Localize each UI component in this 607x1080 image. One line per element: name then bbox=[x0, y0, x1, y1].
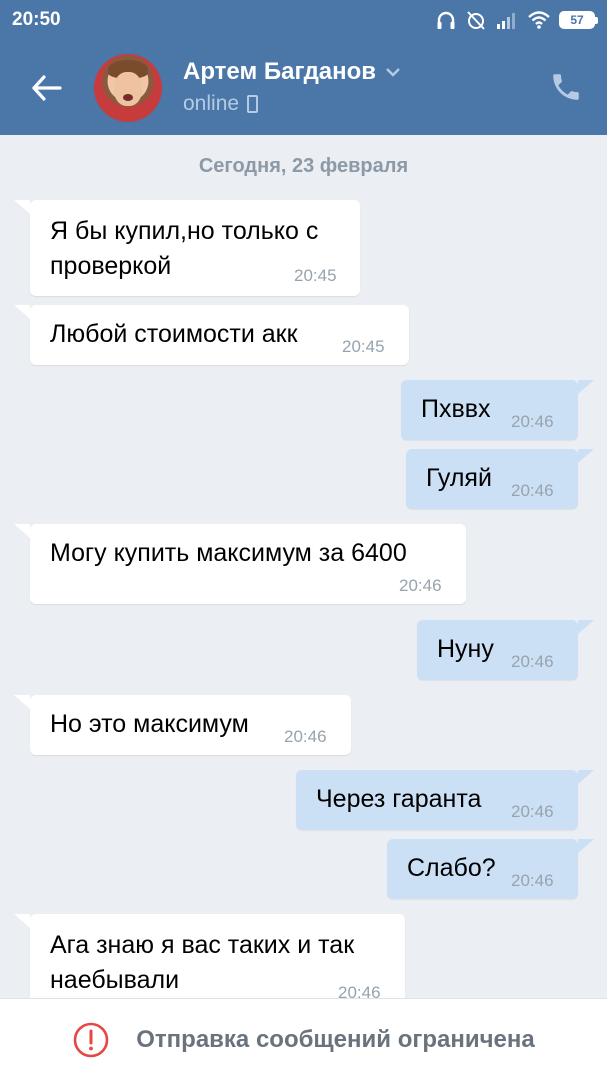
message-time: 20:46 bbox=[284, 727, 327, 746]
phone-icon bbox=[553, 74, 579, 100]
message-incoming[interactable]: Ага знаю я вас таких и так наебывали 20:… bbox=[14, 914, 405, 998]
message-time: 20:46 bbox=[511, 652, 554, 671]
message-text: Могу купить максимум за 6400 bbox=[50, 539, 407, 567]
message-outgoing[interactable]: Нуну 20:46 bbox=[417, 620, 594, 680]
message-outgoing[interactable]: Слабо? 20:46 bbox=[387, 839, 594, 899]
message-text: Я бы купил,но только с проверкой bbox=[50, 217, 319, 280]
arrow-left-icon bbox=[32, 75, 62, 101]
contact-name: Артем Багданов bbox=[183, 58, 377, 85]
message-time: 20:46 bbox=[511, 412, 554, 431]
message-incoming[interactable]: Но это максимум 20:46 bbox=[14, 695, 351, 755]
message-time: 20:46 bbox=[338, 983, 381, 998]
message-outgoing[interactable]: Пхввх 20:46 bbox=[401, 380, 594, 440]
chevron-down-icon bbox=[386, 68, 400, 77]
message-text: Через гаранта bbox=[316, 785, 482, 813]
back-button[interactable] bbox=[24, 66, 68, 110]
date-divider: Сегодня, 23 февраля bbox=[198, 155, 409, 177]
alert-circle-icon bbox=[73, 1022, 109, 1057]
contact-status-text: online bbox=[183, 92, 240, 115]
message-list[interactable]: Сегодня, 23 февраля Я бы купил,но только… bbox=[0, 135, 607, 998]
message-incoming[interactable]: Любой стоимости акк 20:45 bbox=[14, 305, 409, 365]
message-time: 20:46 bbox=[399, 576, 442, 595]
message-time: 20:46 bbox=[511, 481, 554, 500]
message-text: Ага знаю я вас таких и так наебывали bbox=[50, 931, 355, 994]
alarm-off-icon bbox=[467, 11, 485, 30]
message-text: Любой стоимости акк bbox=[50, 320, 298, 348]
restriction-notice: Отправка сообщений ограничена bbox=[136, 1025, 535, 1053]
status-icons: 57 bbox=[435, 8, 598, 32]
input-restricted-bar: Отправка сообщений ограничена bbox=[0, 998, 607, 1080]
message-time: 20:46 bbox=[511, 802, 554, 821]
message-incoming[interactable]: Могу купить максимум за 6400 20:46 bbox=[14, 524, 466, 604]
message-text: Гуляй bbox=[426, 464, 492, 492]
contact-status: online bbox=[183, 92, 259, 116]
signal-icon bbox=[497, 13, 515, 29]
message-time: 20:46 bbox=[511, 871, 554, 890]
message-text: Но это максимум bbox=[50, 710, 249, 738]
message-text: Нуну bbox=[437, 635, 494, 663]
contact-name-button[interactable]: Артем Багданов bbox=[183, 58, 402, 86]
message-incoming[interactable]: Я бы купил,но только с проверкой 20:45 bbox=[14, 200, 360, 296]
headphones-icon bbox=[437, 11, 455, 29]
call-button[interactable] bbox=[549, 70, 583, 104]
message-outgoing[interactable]: Гуляй 20:46 bbox=[406, 449, 594, 509]
mobile-icon bbox=[247, 95, 259, 113]
contact-avatar[interactable] bbox=[94, 54, 162, 122]
status-time: 20:50 bbox=[12, 9, 61, 30]
battery-indicator: 57 bbox=[559, 11, 598, 29]
wifi-icon bbox=[528, 11, 550, 29]
message-text: Пхввх bbox=[421, 395, 491, 423]
message-time: 20:45 bbox=[294, 266, 337, 285]
message-text: Слабо? bbox=[407, 854, 496, 882]
chat-header: Артем Багданов online bbox=[0, 40, 607, 135]
message-outgoing[interactable]: Через гаранта 20:46 bbox=[296, 770, 594, 830]
status-bar: 20:50 57 bbox=[0, 0, 607, 40]
message-time: 20:45 bbox=[342, 337, 385, 356]
